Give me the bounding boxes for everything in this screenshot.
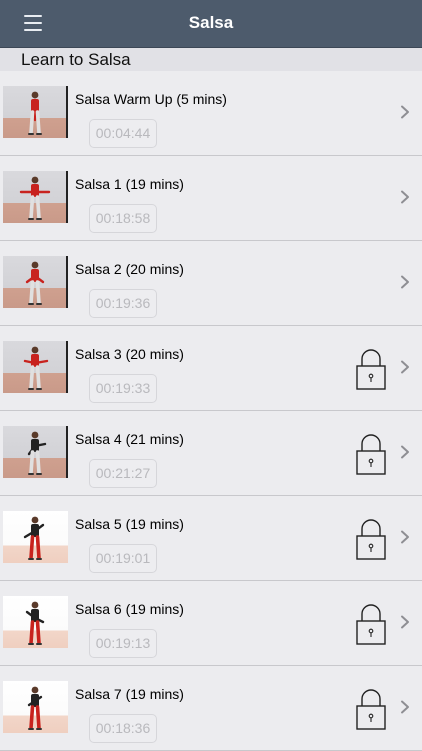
- duration-badge: 00:21:27: [89, 459, 157, 488]
- chevron-right-icon: [401, 360, 409, 374]
- lesson-thumbnail: [3, 256, 68, 308]
- dancer-figure: [25, 601, 45, 645]
- lock-icon: [356, 689, 386, 730]
- lock-icon: [356, 434, 386, 475]
- lesson-title: Salsa Warm Up (5 mins): [75, 91, 227, 107]
- chevron-right-icon: [401, 445, 409, 459]
- lesson-title: Salsa 1 (19 mins): [75, 176, 184, 192]
- lesson-title: Salsa 3 (20 mins): [75, 346, 184, 362]
- lesson-title: Salsa 6 (19 mins): [75, 601, 184, 617]
- page-title: Salsa: [188, 13, 234, 32]
- dancer-figure: [25, 261, 45, 305]
- lesson-thumbnail: [3, 171, 68, 223]
- section-title: Learn to Salsa: [21, 50, 131, 69]
- lesson-thumbnail: [3, 86, 68, 138]
- lesson-thumbnail: [3, 681, 68, 733]
- chevron-right-icon: [401, 190, 409, 204]
- chevron-right-icon: [401, 615, 409, 629]
- dancer-figure: [27, 431, 47, 475]
- lock-icon: [356, 349, 386, 390]
- lesson-row[interactable]: Salsa 4 (21 mins) 00:21:27: [0, 411, 422, 496]
- lesson-row[interactable]: Salsa 3 (20 mins) 00:19:33: [0, 326, 422, 411]
- chevron-right-icon: [401, 105, 409, 119]
- chevron-right-icon: [401, 700, 409, 714]
- dancer-figure: [23, 346, 49, 390]
- dancer-figure: [19, 176, 51, 220]
- duration-badge: 00:19:33: [89, 374, 157, 403]
- lesson-row[interactable]: Salsa 6 (19 mins) 00:19:13: [0, 581, 422, 666]
- lesson-title: Salsa 7 (19 mins): [75, 686, 184, 702]
- lesson-row[interactable]: Salsa 2 (20 mins) 00:19:36: [0, 241, 422, 326]
- lesson-thumbnail: [3, 426, 68, 478]
- section-header: Learn to Salsa: [0, 48, 422, 71]
- duration-badge: 00:04:44: [89, 119, 157, 148]
- lesson-title: Salsa 5 (19 mins): [75, 516, 184, 532]
- duration-badge: 00:18:58: [89, 204, 157, 233]
- dancer-figure: [23, 516, 45, 560]
- duration-badge: 00:19:13: [89, 629, 157, 658]
- duration-badge: 00:18:36: [89, 714, 157, 743]
- duration-badge: 00:19:36: [89, 289, 157, 318]
- lesson-title: Salsa 2 (20 mins): [75, 261, 184, 277]
- dancer-figure: [28, 91, 42, 135]
- lesson-row[interactable]: Salsa 7 (19 mins) 00:18:36: [0, 666, 422, 751]
- dancer-figure: [27, 686, 43, 730]
- lesson-thumbnail: [3, 596, 68, 648]
- lesson-row[interactable]: Salsa Warm Up (5 mins) 00:04:44: [0, 71, 422, 156]
- lock-icon: [356, 604, 386, 645]
- chevron-right-icon: [401, 275, 409, 289]
- navigation-bar: Salsa: [0, 0, 422, 48]
- lesson-thumbnail: [3, 341, 68, 393]
- lesson-row[interactable]: Salsa 5 (19 mins) 00:19:01: [0, 496, 422, 581]
- lesson-title: Salsa 4 (21 mins): [75, 431, 184, 447]
- lesson-thumbnail: [3, 511, 68, 563]
- duration-badge: 00:19:01: [89, 544, 157, 573]
- lock-icon: [356, 519, 386, 560]
- lesson-row[interactable]: Salsa 1 (19 mins) 00:18:58: [0, 156, 422, 241]
- chevron-right-icon: [401, 530, 409, 544]
